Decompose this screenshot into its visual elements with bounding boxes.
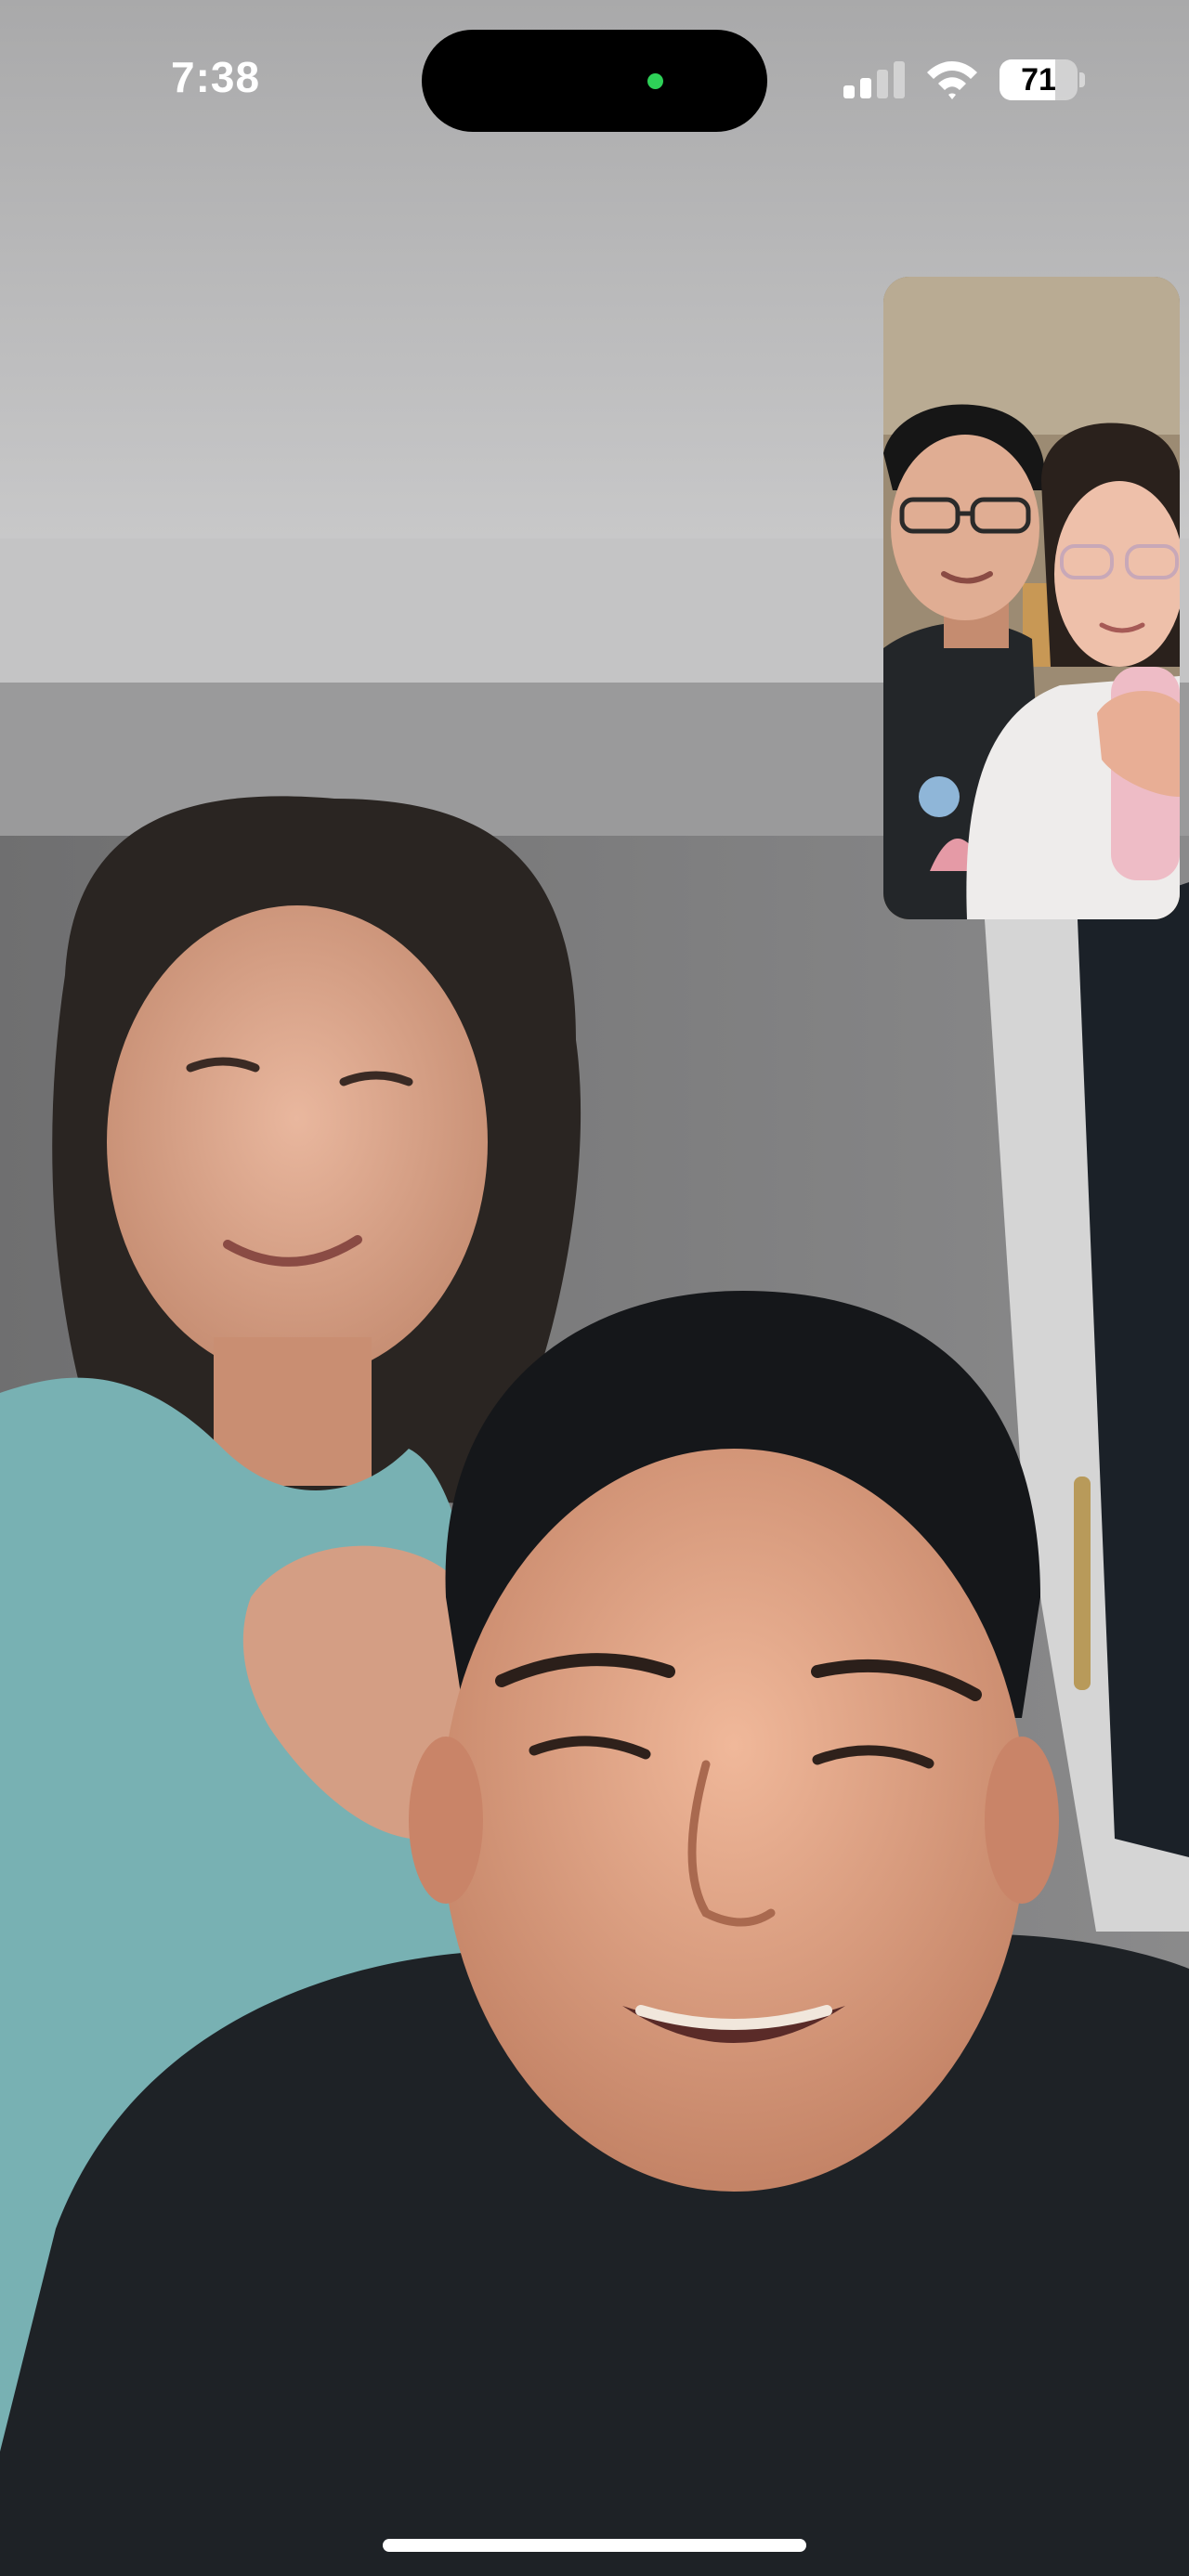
dynamic-island[interactable] xyxy=(422,30,767,132)
status-bar: 7:38 71 xyxy=(0,0,1189,158)
signal-bar xyxy=(843,85,855,98)
wifi-icon xyxy=(927,61,977,99)
home-indicator[interactable] xyxy=(383,2539,806,2552)
signal-bar xyxy=(860,78,871,98)
battery-body: 71 xyxy=(1000,59,1078,100)
cellular-signal-icon xyxy=(843,61,905,98)
signal-bar xyxy=(894,61,905,98)
battery-cap xyxy=(1079,72,1085,87)
battery-level: 71 xyxy=(1021,62,1056,98)
status-time: 7:38 xyxy=(171,53,261,101)
facetime-call-screen: 7:38 71 xyxy=(0,0,1189,2576)
signal-bar xyxy=(877,70,888,98)
battery-icon: 71 xyxy=(1000,59,1085,100)
self-view-feed[interactable] xyxy=(883,277,1180,919)
camera-in-use-indicator xyxy=(647,73,663,89)
